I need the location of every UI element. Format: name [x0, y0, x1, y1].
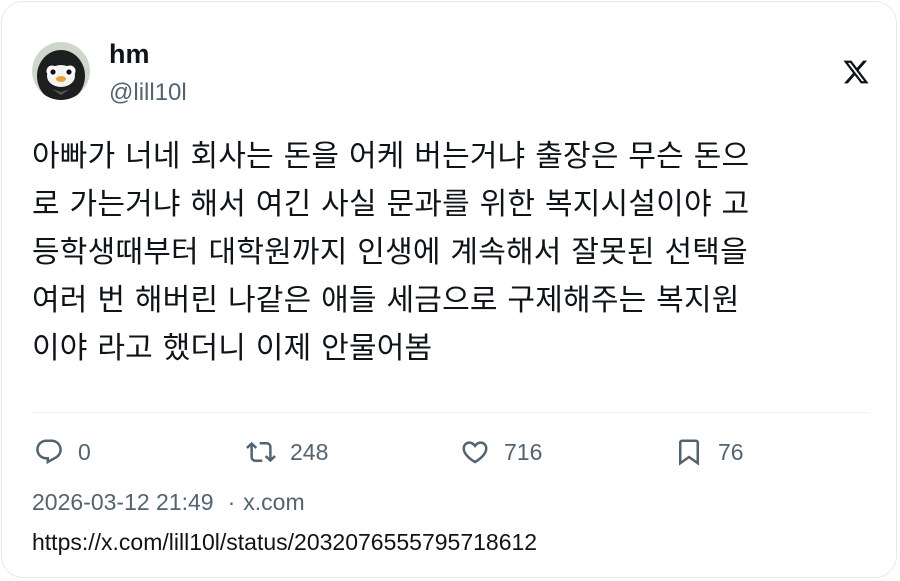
reply-count: 0 [78, 438, 91, 465]
tweet-text-line: 등학생때부터 대학원까지 인생에 계속해서 잘못된 선택을 [32, 235, 748, 270]
tweet-text-line: 여러 번 해버린 나같은 애들 세금으로 구제해주는 복지원 [32, 283, 740, 318]
tweet-text-line: 로 가는거냐 해서 여긴 사실 문과를 위한 복지시설이야 고 [32, 187, 750, 222]
like-button[interactable]: 716 [460, 434, 542, 470]
author-name[interactable]: hm [109, 36, 150, 72]
retweet-count: 248 [290, 438, 329, 465]
tweet-text-line: 아빠가 너네 회사는 돈을 어케 버는거냐 출장은 무슨 돈으 [32, 139, 750, 174]
status-url[interactable]: https://x.com/lill10l/status/20320765557… [32, 526, 537, 558]
tweet-text-line: 이야 라고 했더니 이제 안물어봄 [32, 331, 433, 366]
heart-icon [462, 441, 488, 464]
avatar[interactable] [32, 42, 90, 100]
reply-icon [36, 439, 62, 465]
tweet-text: 아빠가 너네 회사는 돈을 어케 버는거냐 출장은 무슨 돈으 로 가는거냐 해… [32, 133, 867, 373]
divider [32, 412, 870, 413]
retweet-button[interactable]: 248 [246, 434, 328, 470]
penguin-avatar-icon [32, 42, 90, 100]
retweet-icon [246, 441, 276, 463]
author-handle[interactable]: @lill10l [109, 77, 187, 109]
timestamp[interactable]: 2026-03-12 21:49 [32, 489, 214, 515]
reply-button[interactable]: 0 [34, 434, 91, 470]
x-logo-icon[interactable] [842, 58, 870, 86]
bookmark-icon [679, 439, 699, 466]
bookmark-count: 76 [718, 438, 744, 465]
tweet-card: hm @lill10l 아빠가 너네 회사는 돈을 어케 버는거냐 출장은 무슨… [1, 1, 897, 578]
bookmark-button[interactable]: 76 [674, 434, 744, 470]
meta-separator: · [227, 489, 236, 515]
tweet-meta: 2026-03-12 21:49 · x.com [32, 486, 305, 518]
source-link[interactable]: x.com [243, 489, 304, 515]
like-count: 716 [504, 438, 543, 465]
